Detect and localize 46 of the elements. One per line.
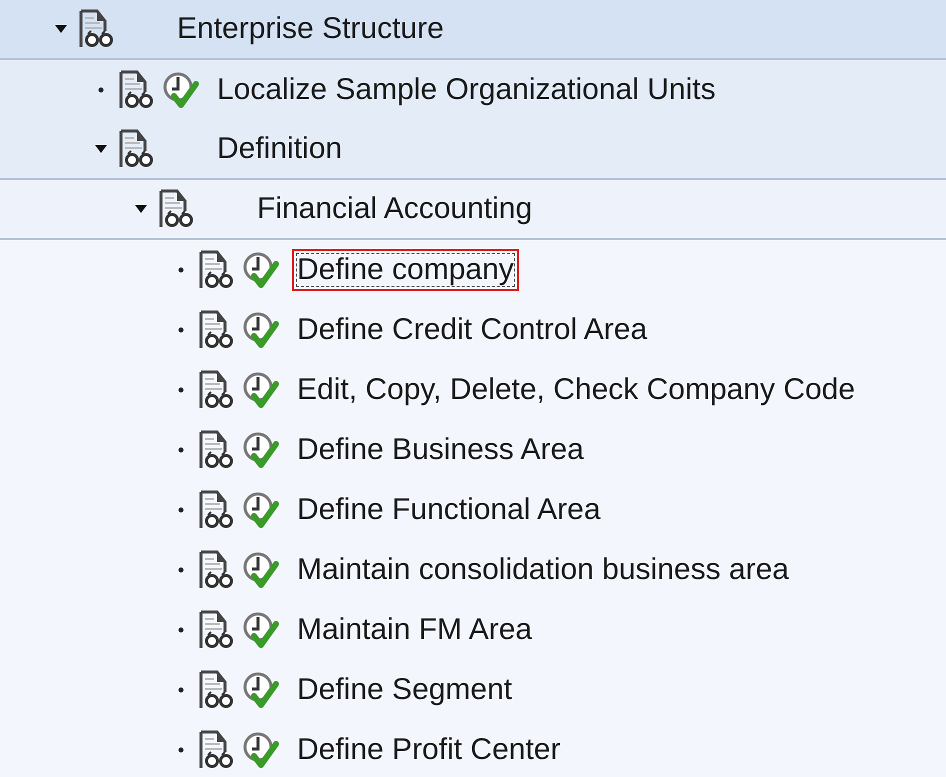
tree-node-label[interactable]: Define Credit Control Area bbox=[292, 309, 652, 351]
bullet-icon bbox=[178, 267, 184, 273]
document-glasses-icon[interactable] bbox=[118, 129, 154, 169]
collapse-triangle-icon[interactable] bbox=[94, 144, 108, 154]
document-glasses-icon[interactable] bbox=[198, 310, 234, 350]
document-glasses-icon[interactable] bbox=[118, 70, 154, 110]
bullet-icon bbox=[178, 567, 184, 573]
tree-node-label[interactable]: Define Functional Area bbox=[292, 489, 606, 531]
clock-check-icon[interactable] bbox=[242, 670, 280, 710]
tree-node-label[interactable]: Maintain consolidation business area bbox=[292, 549, 794, 591]
tree-node-label[interactable]: Edit, Copy, Delete, Check Company Code bbox=[292, 369, 860, 411]
clock-check-icon[interactable] bbox=[242, 490, 280, 530]
clock-check-icon[interactable] bbox=[242, 310, 280, 350]
document-glasses-icon[interactable] bbox=[198, 670, 234, 710]
tree-node-label[interactable]: Define Segment bbox=[292, 669, 518, 711]
bullet-icon bbox=[98, 87, 104, 93]
clock-check-icon[interactable] bbox=[162, 70, 200, 110]
tree-node-label[interactable]: Definition bbox=[212, 128, 348, 170]
document-glasses-icon[interactable] bbox=[198, 250, 234, 290]
clock-check-icon[interactable] bbox=[242, 370, 280, 410]
tree-node-label[interactable]: Define company bbox=[292, 249, 519, 291]
bullet-icon bbox=[178, 687, 184, 693]
tree-node-label[interactable]: Define Profit Center bbox=[292, 729, 566, 771]
bullet-icon bbox=[178, 747, 184, 753]
document-glasses-icon[interactable] bbox=[198, 370, 234, 410]
collapse-triangle-icon[interactable] bbox=[54, 24, 68, 34]
tree-node-label[interactable]: Maintain FM Area bbox=[292, 609, 538, 651]
tree-node-label[interactable]: Define Business Area bbox=[292, 429, 589, 471]
clock-check-icon[interactable] bbox=[242, 250, 280, 290]
clock-check-icon[interactable] bbox=[242, 610, 280, 650]
document-glasses-icon[interactable] bbox=[198, 610, 234, 650]
document-glasses-icon[interactable] bbox=[198, 430, 234, 470]
document-glasses-icon[interactable] bbox=[198, 730, 234, 770]
document-glasses-icon[interactable] bbox=[198, 490, 234, 530]
clock-check-icon[interactable] bbox=[242, 430, 280, 470]
bullet-icon bbox=[178, 447, 184, 453]
document-glasses-icon[interactable] bbox=[158, 189, 194, 229]
bullet-icon bbox=[178, 327, 184, 333]
bullet-icon bbox=[178, 627, 184, 633]
bullet-icon bbox=[178, 507, 184, 513]
clock-check-icon[interactable] bbox=[242, 730, 280, 770]
clock-check-icon[interactable] bbox=[242, 550, 280, 590]
document-glasses-icon[interactable] bbox=[78, 9, 114, 49]
bullet-icon bbox=[178, 387, 184, 393]
collapse-triangle-icon[interactable] bbox=[134, 204, 148, 214]
document-glasses-icon[interactable] bbox=[198, 550, 234, 590]
